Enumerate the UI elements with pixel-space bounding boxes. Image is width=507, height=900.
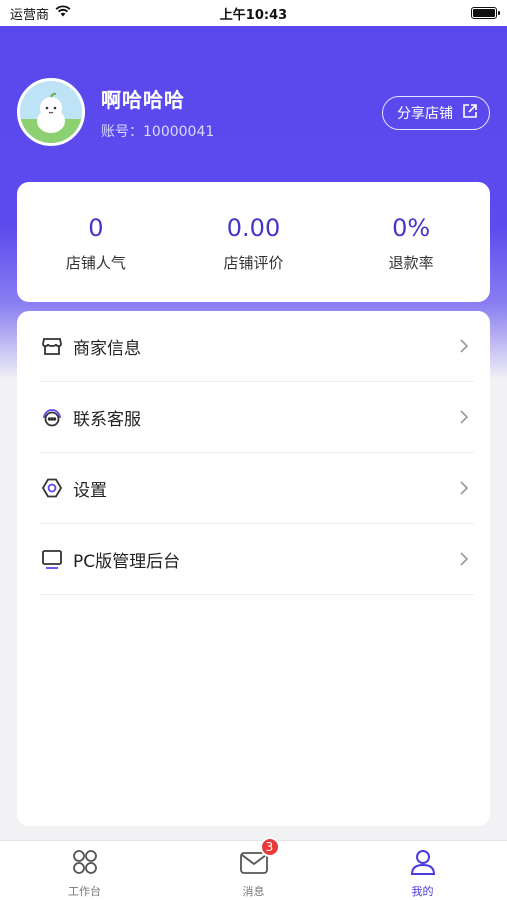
stat-refund-rate[interactable]: 0% 退款率 xyxy=(332,182,490,302)
unread-badge: 3 xyxy=(259,837,280,857)
stat-value: 0.00 xyxy=(226,214,281,242)
stat-value: 0% xyxy=(392,214,431,242)
wifi-icon xyxy=(55,5,71,21)
clock: 上午10:43 xyxy=(219,7,288,23)
tab-label: 消息 xyxy=(242,885,265,898)
menu-label: 联系客服 xyxy=(73,409,141,430)
menu-label: 商家信息 xyxy=(73,338,141,359)
share-store-label: 分享店铺 xyxy=(397,106,453,122)
menu-label: 设置 xyxy=(73,480,107,501)
stat-store-rating[interactable]: 0.00 店铺评价 xyxy=(175,182,333,302)
chevron-right-icon xyxy=(454,336,474,356)
stat-label: 店铺人气 xyxy=(65,254,126,272)
tab-label: 工作台 xyxy=(68,885,101,898)
menu-label: PC版管理后台 xyxy=(73,551,181,572)
status-bar: 运营商 上午10:43 xyxy=(0,0,507,26)
external-link-icon xyxy=(461,102,479,124)
tab-messages[interactable]: 3 消息 xyxy=(169,837,338,900)
tab-label: 我的 xyxy=(411,885,434,898)
headset-chat-icon xyxy=(39,404,65,430)
monitor-icon xyxy=(39,546,65,572)
share-store-button[interactable]: 分享店铺 xyxy=(382,96,490,130)
menu-item-settings[interactable]: 设置 xyxy=(39,453,474,524)
user-icon xyxy=(408,847,438,881)
battery-icon xyxy=(471,7,500,19)
stat-store-popularity[interactable]: 0 店铺人气 xyxy=(17,182,175,302)
username: 啊哈哈哈 xyxy=(101,87,185,112)
menu-item-pc-admin[interactable]: PC版管理后台 xyxy=(39,524,474,595)
avatar[interactable] xyxy=(17,78,85,146)
chevron-right-icon xyxy=(454,549,474,569)
tab-workbench[interactable]: 工作台 xyxy=(0,841,169,900)
menu-item-merchant-info[interactable]: 商家信息 xyxy=(39,311,474,382)
stat-label: 退款率 xyxy=(388,254,434,272)
account-number: 账号：10000041 xyxy=(101,123,215,140)
grid-icon xyxy=(70,847,100,881)
tab-mine[interactable]: 我的 xyxy=(338,841,507,900)
chevron-right-icon xyxy=(454,478,474,498)
store-stats-card: 0 店铺人气 0.00 店铺评价 0% 退款率 xyxy=(17,182,490,302)
tab-bar: 工作台 3 消息 我的 xyxy=(0,837,507,900)
profile-section: 啊哈哈哈 账号：10000041 xyxy=(17,78,214,146)
menu-item-customer-service[interactable]: 联系客服 xyxy=(39,382,474,453)
store-icon xyxy=(39,333,65,359)
menu-card: 商家信息 联系客服 设置 PC版管理后台 xyxy=(17,311,490,826)
carrier-label: 运营商 xyxy=(10,7,50,23)
hex-nut-icon xyxy=(39,475,65,501)
chevron-right-icon xyxy=(454,407,474,427)
stat-label: 店铺评价 xyxy=(223,254,284,272)
stat-value: 0 xyxy=(88,214,104,242)
